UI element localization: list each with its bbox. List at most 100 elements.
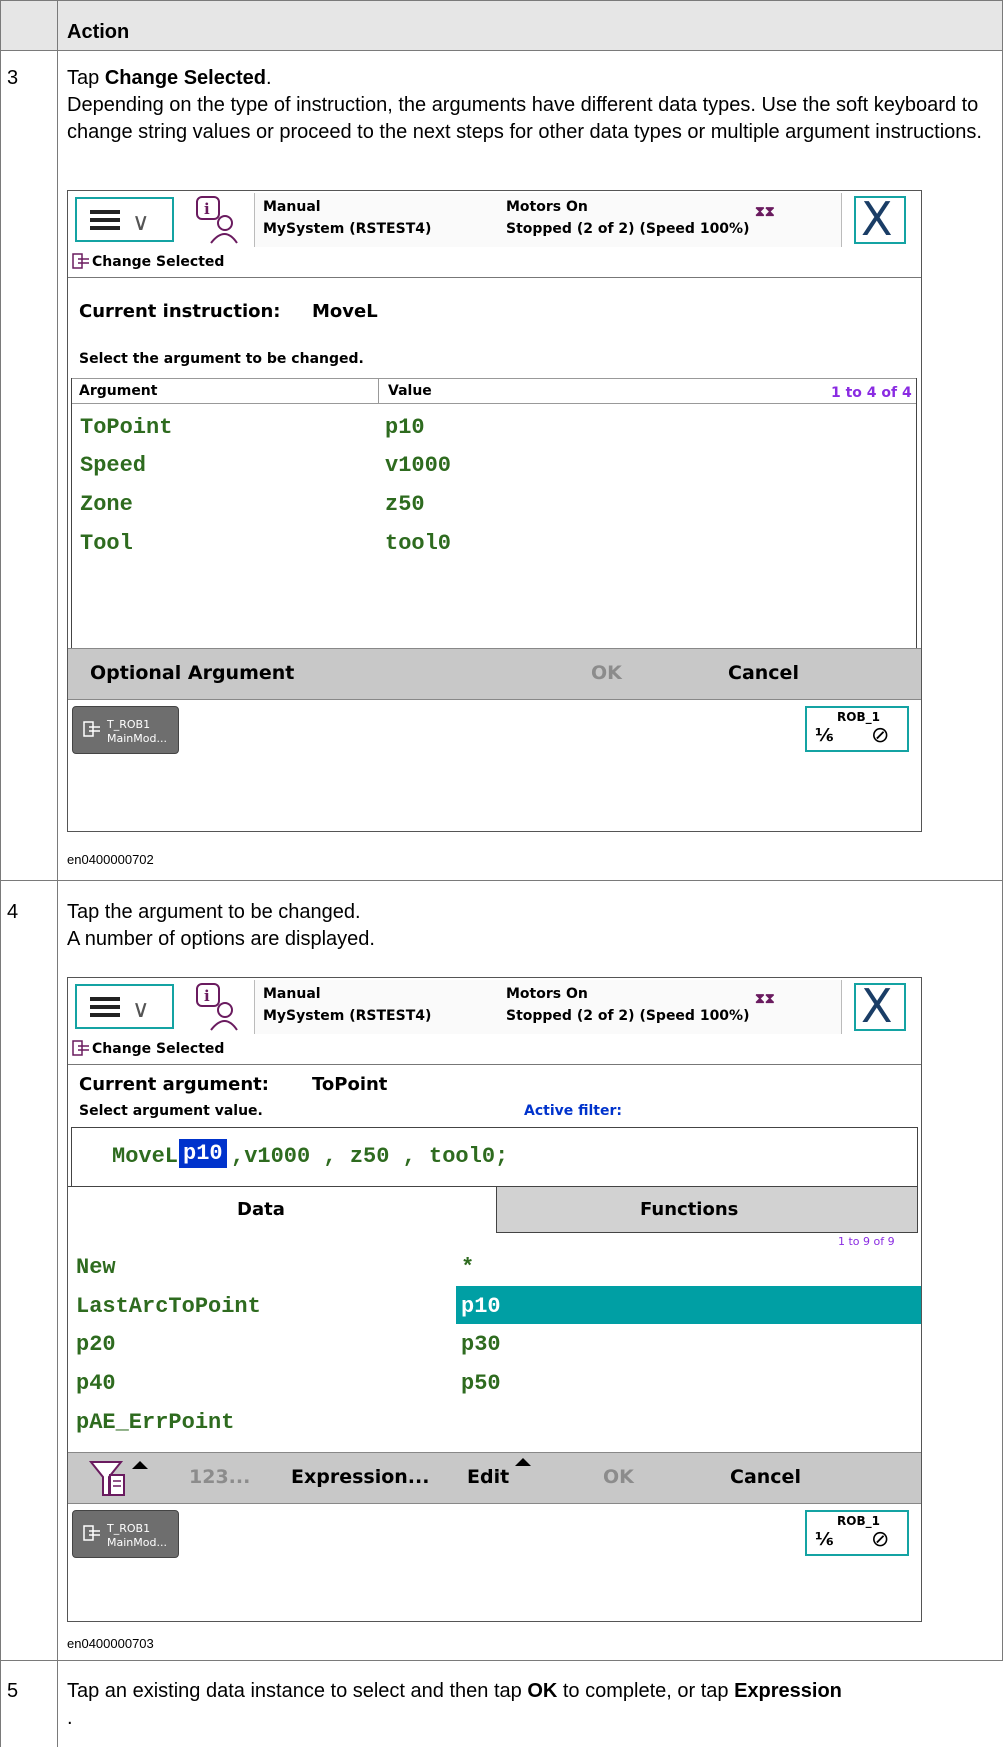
row-value: v1000 xyxy=(385,453,452,478)
row-argument: Speed xyxy=(80,453,147,478)
close-button[interactable]: X xyxy=(854,192,906,246)
status-motors: Motors On xyxy=(506,986,588,1002)
instruction-box[interactable]: MoveL p10 ,v1000 , z50 , tool0; xyxy=(71,1127,918,1187)
quickset-button[interactable]: ROB_1 ⅙ ⊘ xyxy=(805,1510,909,1556)
figure-caption: en0400000702 xyxy=(67,852,154,867)
row-argument: Zone xyxy=(80,492,133,517)
step-number: 5 xyxy=(7,1680,19,1702)
step-4-line2: A number of options are displayed. xyxy=(67,928,375,950)
close-button[interactable]: X xyxy=(854,979,906,1033)
cancel-button[interactable]: Cancel xyxy=(730,1466,801,1488)
tab-data[interactable]: Data xyxy=(68,1186,497,1232)
table-row[interactable]: Zone z50 xyxy=(72,486,915,524)
hamburger-icon xyxy=(90,997,120,1017)
flexpendant-screen-1: ∨ i Manual MySystem (RSTEST4) Motors On … xyxy=(67,190,922,832)
active-filter-label[interactable]: Active filter: xyxy=(524,1103,622,1119)
program-editor-icon xyxy=(72,1040,89,1056)
robot-name: ROB_1 xyxy=(837,710,880,724)
column-value: Value xyxy=(388,383,432,399)
table-row[interactable]: Tool tool0 xyxy=(72,525,915,563)
numeric-button[interactable]: 123... xyxy=(189,1466,250,1488)
tab-change-selected: Change Selected xyxy=(92,254,225,270)
increment-icon: ⅙ xyxy=(815,1529,834,1550)
close-icon: X xyxy=(861,192,893,246)
current-instruction-value: MoveL xyxy=(312,301,378,322)
edit-button[interactable]: Edit xyxy=(467,1466,509,1488)
ok-button[interactable]: OK xyxy=(603,1466,634,1488)
svg-text:i: i xyxy=(204,200,210,218)
optional-argument-button[interactable]: Optional Argument xyxy=(90,662,294,684)
status-bar: ∨ i Manual MySystem (RSTEST4) Motors On … xyxy=(68,191,921,247)
step-3-description: Depending on the type of instruction, th… xyxy=(67,94,982,143)
selected-argument[interactable]: p10 xyxy=(179,1139,227,1168)
row-argument: Tool xyxy=(80,531,133,556)
list-item-selected[interactable]: p10 xyxy=(461,1294,501,1319)
list-item[interactable]: New xyxy=(76,1255,116,1280)
status-box[interactable]: Manual MySystem (RSTEST4) Motors On Stop… xyxy=(254,193,842,247)
close-icon: X xyxy=(861,979,893,1033)
cancel-button[interactable]: Cancel xyxy=(728,662,799,684)
status-state: Stopped (2 of 2) (Speed 100%) xyxy=(506,1008,750,1024)
tab-functions[interactable]: Functions xyxy=(496,1186,918,1233)
item-count: 1 to 9 of 9 xyxy=(838,1235,895,1248)
table-header-action: Action xyxy=(67,21,130,43)
list-item[interactable]: * xyxy=(461,1255,474,1280)
operator-info-icon[interactable]: i xyxy=(195,195,239,245)
tab-change-selected: Change Selected xyxy=(92,1041,225,1057)
main-menu-button[interactable]: ∨ xyxy=(75,197,174,242)
quickset-button[interactable]: ROB_1 ⅙ ⊘ xyxy=(805,706,909,752)
ok-button[interactable]: OK xyxy=(591,662,622,684)
selected-row-highlight xyxy=(456,1286,921,1324)
main-menu-button[interactable]: ∨ xyxy=(75,984,174,1029)
list-item[interactable]: p50 xyxy=(461,1371,501,1396)
robot-state-icon: ⧗⧗ xyxy=(755,203,775,219)
table-row[interactable]: Speed v1000 xyxy=(72,447,915,485)
jog-stop-icon: ⊘ xyxy=(871,1527,890,1552)
app-tab[interactable]: Change Selected xyxy=(68,1034,921,1065)
task-name: T_ROB1 xyxy=(107,718,151,731)
caret-up-icon xyxy=(515,1458,531,1466)
step-4-line1: Tap the argument to be changed. xyxy=(67,901,361,923)
list-item[interactable]: p20 xyxy=(76,1332,116,1357)
svg-text:i: i xyxy=(204,987,210,1005)
status-system: MySystem (RSTEST4) xyxy=(263,1008,432,1024)
procedure-table: Action 3 Tap Change Selected. Depending … xyxy=(0,0,1003,1747)
jog-stop-icon: ⊘ xyxy=(871,723,890,748)
table-header xyxy=(0,0,1003,50)
step-3-instruction: Tap Change Selected. xyxy=(67,67,272,89)
list-item[interactable]: p40 xyxy=(76,1371,116,1396)
row-value: z50 xyxy=(385,492,425,517)
step-number: 4 xyxy=(7,901,19,923)
program-editor-icon xyxy=(83,721,100,737)
instruction-rest[interactable]: ,v1000 , z50 , tool0; xyxy=(231,1144,508,1169)
operator-info-icon[interactable]: i xyxy=(195,982,239,1032)
row-value: tool0 xyxy=(385,531,452,556)
row-argument: ToPoint xyxy=(80,415,173,440)
expression-button[interactable]: Expression... xyxy=(291,1466,429,1488)
list-item[interactable]: p30 xyxy=(461,1332,501,1357)
task-button[interactable]: T_ROB1 MainMod... xyxy=(72,1510,179,1558)
status-mode: Manual xyxy=(263,986,321,1002)
current-argument-value: ToPoint xyxy=(312,1074,388,1095)
app-tab[interactable]: Change Selected xyxy=(68,247,921,278)
status-system: MySystem (RSTEST4) xyxy=(263,221,432,237)
table-row[interactable]: ToPoint p10 xyxy=(72,409,915,447)
program-editor-icon xyxy=(72,253,89,269)
robot-name: ROB_1 xyxy=(837,1514,880,1528)
module-name: MainMod... xyxy=(107,1536,167,1549)
command-bar: 123... Expression... Edit OK Cancel xyxy=(68,1452,921,1503)
command-bar: Optional Argument OK Cancel xyxy=(68,648,921,699)
flexpendant-screen-2: ∨ i Manual MySystem (RSTEST4) Motors On … xyxy=(67,977,922,1622)
step-5-text: Tap an existing data instance to select … xyxy=(67,1680,842,1729)
instruction-keyword: MoveL xyxy=(112,1144,179,1169)
list-item[interactable]: pAE_ErrPoint xyxy=(76,1410,234,1435)
list-item[interactable]: LastArcToPoint xyxy=(76,1294,261,1319)
status-mode: Manual xyxy=(263,199,321,215)
filter-icon[interactable] xyxy=(88,1459,152,1499)
status-state: Stopped (2 of 2) (Speed 100%) xyxy=(506,221,750,237)
robot-state-icon: ⧗⧗ xyxy=(755,990,775,1006)
status-box[interactable]: Manual MySystem (RSTEST4) Motors On Stop… xyxy=(254,980,842,1034)
column-argument: Argument xyxy=(79,383,158,399)
status-bar: ∨ i Manual MySystem (RSTEST4) Motors On … xyxy=(68,978,921,1034)
task-button[interactable]: T_ROB1 MainMod... xyxy=(72,706,179,754)
